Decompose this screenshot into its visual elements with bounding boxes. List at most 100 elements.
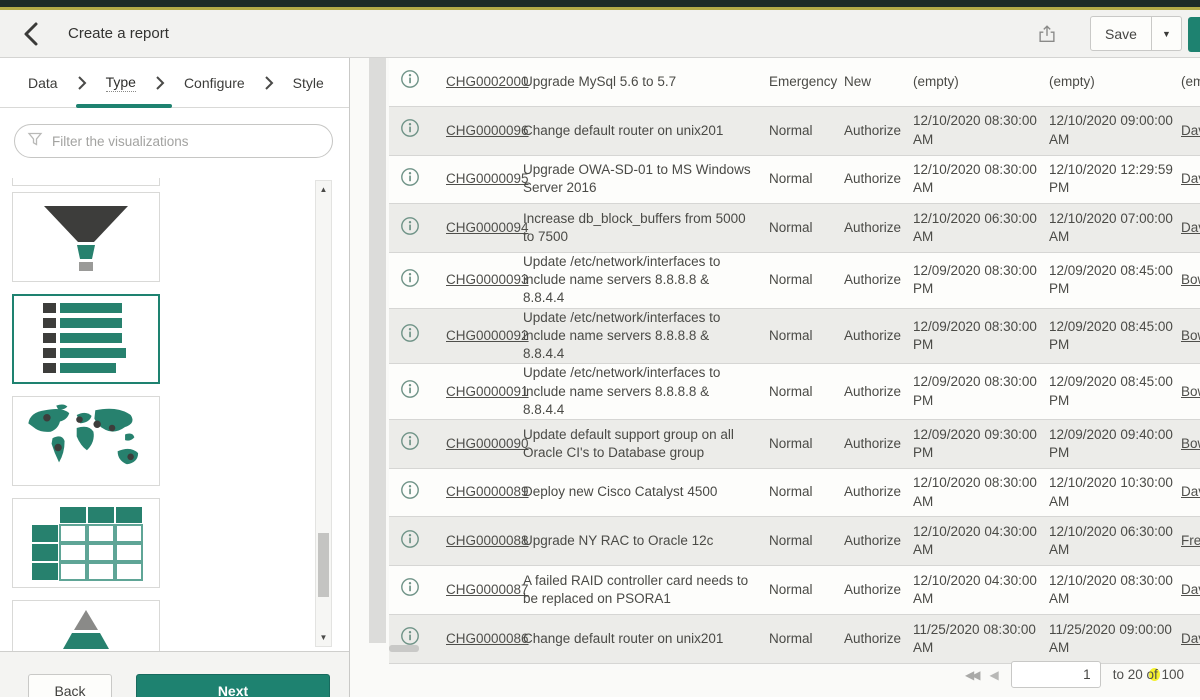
table-row: CHG0000089Deploy new Cisco Catalyst 4500…: [389, 469, 1200, 518]
end-date-cell: 12/09/2020 08:45:00 PM: [1049, 373, 1181, 409]
change-number-link[interactable]: CHG0002000: [446, 74, 529, 89]
info-icon[interactable]: [400, 577, 420, 602]
next-button[interactable]: Next: [136, 674, 330, 697]
assigned-to-link[interactable]: Bow: [1181, 328, 1200, 343]
previous-page-icon[interactable]: ◀: [989, 668, 998, 682]
assigned-to-link[interactable]: Bow: [1181, 436, 1200, 451]
short-description-cell: Update /etc/network/interfaces to includ…: [523, 364, 761, 419]
assigned-to-cell: (empty): [1181, 73, 1200, 91]
table-vertical-scrollbar[interactable]: [369, 58, 386, 643]
start-date-cell: 12/09/2020 08:30:00 PM: [913, 318, 1049, 354]
step-configure[interactable]: Configure: [184, 75, 245, 91]
end-date-cell: 12/10/2020 10:30:00 AM: [1049, 474, 1181, 510]
viz-list-scrollbar[interactable]: ▲ ▼: [315, 180, 332, 647]
scrollbar-thumb[interactable]: [318, 533, 329, 597]
table-horizontal-scrollbar[interactable]: [389, 645, 419, 652]
state-cell: Authorize: [839, 383, 913, 401]
change-number-link[interactable]: CHG0000095: [446, 171, 529, 186]
row-info-cell: [389, 379, 431, 404]
chevron-right-icon: [77, 76, 87, 90]
info-icon[interactable]: [400, 268, 420, 293]
end-date-cell: 12/09/2020 09:40:00 PM: [1049, 426, 1181, 462]
viz-type-partial[interactable]: [12, 178, 160, 186]
change-number-cell: CHG0000090: [431, 435, 523, 453]
change-number-link[interactable]: CHG0000089: [446, 484, 529, 499]
app-toolbar: Create a report Save ▼: [0, 10, 1200, 58]
info-icon[interactable]: [400, 167, 420, 192]
assigned-to-link[interactable]: Dav: [1181, 582, 1200, 597]
assigned-to-link[interactable]: Bow: [1181, 272, 1200, 287]
first-page-icon[interactable]: ◀◀: [965, 668, 977, 682]
end-date-cell: 12/10/2020 12:29:59 PM: [1049, 161, 1181, 197]
share-icon[interactable]: [1030, 17, 1064, 51]
info-icon[interactable]: [400, 529, 420, 554]
visualization-filter: [14, 124, 333, 158]
short-description-cell: Deploy new Cisco Catalyst 4500: [523, 483, 761, 501]
assigned-to-link[interactable]: Fre: [1181, 533, 1200, 548]
info-icon[interactable]: [400, 118, 420, 143]
row-info-cell: [389, 480, 431, 505]
info-icon[interactable]: [400, 216, 420, 241]
table-row: CHG0000095Upgrade OWA-SD-01 to MS Window…: [389, 156, 1200, 205]
change-number-link[interactable]: CHG0000091: [446, 384, 529, 399]
scroll-up-icon[interactable]: ▲: [320, 181, 328, 198]
viz-type-world-map[interactable]: [12, 396, 160, 486]
table-row: CHG0000088Upgrade NY RAC to Oracle 12cNo…: [389, 517, 1200, 566]
info-icon[interactable]: [400, 480, 420, 505]
change-number-cell: CHG0000094: [431, 219, 523, 237]
heatmap-icon: [26, 501, 146, 585]
change-number-link[interactable]: CHG0000086: [446, 631, 529, 646]
viz-type-list-chart[interactable]: [12, 294, 160, 384]
info-icon[interactable]: [400, 69, 420, 94]
change-number-link[interactable]: CHG0000087: [446, 582, 529, 597]
change-number-link[interactable]: CHG0000090: [446, 436, 529, 451]
priority-cell: Normal: [761, 327, 839, 345]
table-row: CHG0002000Upgrade MySql 5.6 to 5.7Emerge…: [389, 58, 1200, 107]
back-button[interactable]: Back: [28, 674, 112, 697]
change-number-link[interactable]: CHG0000092: [446, 328, 529, 343]
viz-type-heatmap[interactable]: [12, 498, 160, 588]
start-date-cell: 12/09/2020 08:30:00 PM: [913, 262, 1049, 298]
viz-type-pyramid-chart[interactable]: [12, 600, 160, 651]
short-description-cell: Update /etc/network/interfaces to includ…: [523, 253, 761, 308]
assigned-to-link[interactable]: Dav: [1181, 220, 1200, 235]
change-number-link[interactable]: CHG0000094: [446, 220, 529, 235]
assigned-to-link[interactable]: Dav: [1181, 631, 1200, 646]
viz-type-funnel-chart[interactable]: [12, 192, 160, 282]
step-data[interactable]: Data: [28, 75, 58, 91]
table-row: CHG0000092Update /etc/network/interfaces…: [389, 309, 1200, 365]
start-date-cell: 12/10/2020 08:30:00 AM: [913, 474, 1049, 510]
row-info-cell: [389, 167, 431, 192]
run-button-partial[interactable]: [1188, 17, 1200, 52]
info-icon[interactable]: [400, 379, 420, 404]
change-number-cell: CHG0000096: [431, 122, 523, 140]
short-description-cell: Increase db_block_buffers from 5000 to 7…: [523, 210, 761, 246]
filter-input[interactable]: [52, 134, 320, 149]
info-icon[interactable]: [400, 323, 420, 348]
assigned-to-cell: Bow: [1181, 383, 1200, 401]
step-type[interactable]: Type: [106, 74, 136, 92]
change-number-link[interactable]: CHG0000093: [446, 272, 529, 287]
assigned-to-cell: Dav: [1181, 219, 1200, 237]
save-button[interactable]: Save: [1090, 16, 1152, 51]
assigned-to-link[interactable]: Dav: [1181, 171, 1200, 186]
table-row: CHG0000087A failed RAID controller card …: [389, 566, 1200, 615]
save-dropdown-button[interactable]: ▼: [1152, 16, 1182, 51]
assigned-to-link[interactable]: Dav: [1181, 123, 1200, 138]
table-row: CHG0000090Update default support group o…: [389, 420, 1200, 469]
assigned-to-cell: Dav: [1181, 122, 1200, 140]
start-date-cell: 12/10/2020 06:30:00 AM: [913, 210, 1049, 246]
assigned-to-link[interactable]: Bow: [1181, 384, 1200, 399]
back-icon[interactable]: [18, 21, 44, 47]
start-date-cell: 11/25/2020 08:30:00 AM: [913, 621, 1049, 657]
priority-cell: Normal: [761, 630, 839, 648]
info-icon[interactable]: [400, 431, 420, 456]
step-style[interactable]: Style: [293, 75, 324, 91]
priority-cell: Normal: [761, 271, 839, 289]
assigned-to-link[interactable]: Dav: [1181, 484, 1200, 499]
page-number-input[interactable]: [1011, 661, 1101, 688]
change-number-cell: CHG0000089: [431, 483, 523, 501]
change-number-link[interactable]: CHG0000088: [446, 533, 529, 548]
change-number-link[interactable]: CHG0000096: [446, 123, 529, 138]
scroll-down-icon[interactable]: ▼: [320, 629, 328, 646]
